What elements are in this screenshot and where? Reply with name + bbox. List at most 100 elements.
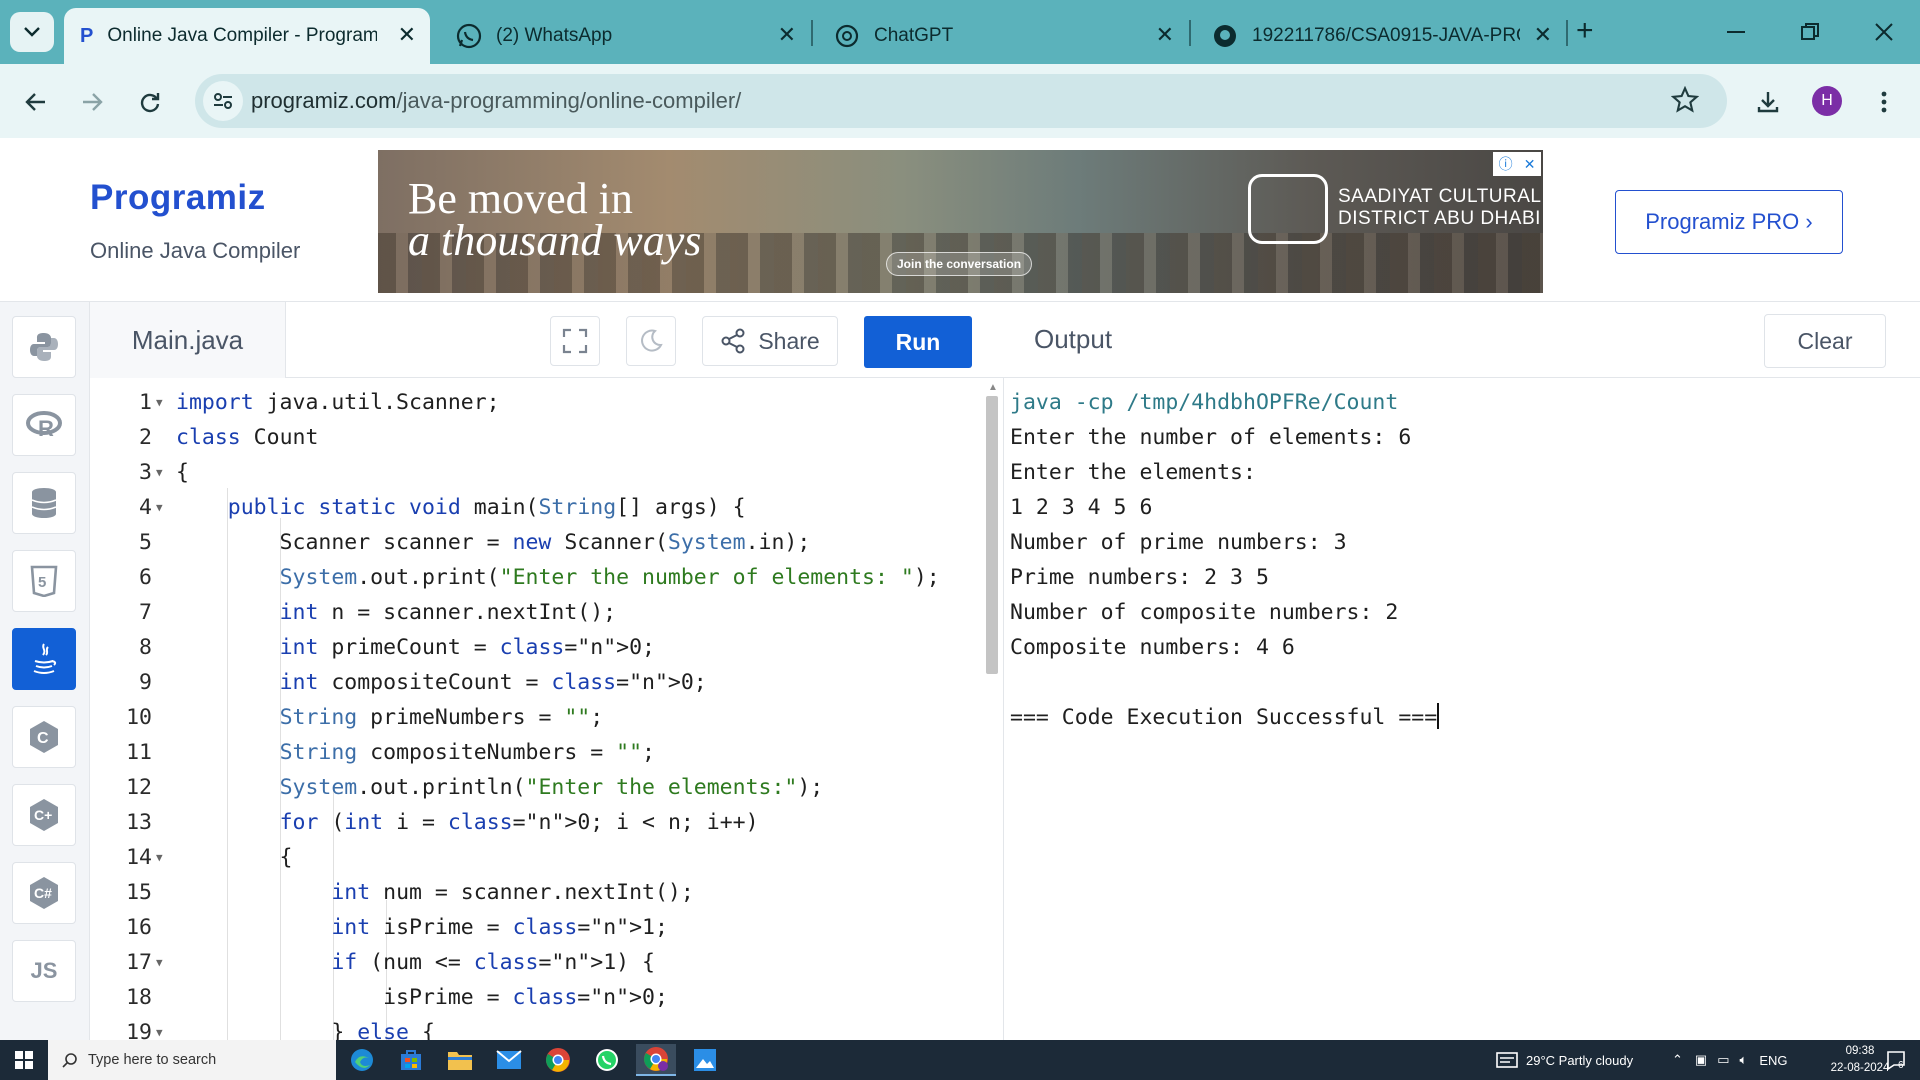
chevron-up-icon[interactable]: ⌃ xyxy=(1672,1052,1683,1068)
code-line[interactable]: 16 int isPrime = class="n">1; xyxy=(90,910,990,945)
ad-choices-badge[interactable]: ⓘ ✕ xyxy=(1493,152,1541,176)
back-button[interactable] xyxy=(16,82,56,122)
tab-search-button[interactable] xyxy=(10,12,54,52)
text-cursor xyxy=(1437,703,1440,729)
lang-cpp-button[interactable]: C+ xyxy=(12,784,76,846)
taskbar-search[interactable]: Type here to search xyxy=(48,1040,336,1080)
tab-programiz[interactable]: P Online Java Compiler - Programiz ✕ xyxy=(64,8,430,64)
minimize-button[interactable] xyxy=(1716,14,1756,50)
taskbar-edge[interactable] xyxy=(342,1044,382,1076)
taskbar-explorer[interactable] xyxy=(440,1044,480,1076)
code-line[interactable]: 3 ▼ { xyxy=(90,455,990,490)
fold-arrow-icon[interactable]: ▼ xyxy=(156,385,163,420)
taskbar-chrome[interactable] xyxy=(538,1044,578,1076)
restore-button[interactable] xyxy=(1790,14,1830,50)
fold-arrow-icon[interactable]: ▼ xyxy=(156,490,163,525)
code-text: System.out.print("Enter the number of el… xyxy=(279,565,940,590)
weather-widget[interactable]: 29°C Partly cloudy xyxy=(1496,1040,1633,1080)
lang-python-button[interactable] xyxy=(12,316,76,378)
scroll-up-icon[interactable]: ▲ xyxy=(988,382,998,393)
output-console[interactable]: java -cp /tmp/4hdbhOPFRe/Count Enter the … xyxy=(1004,378,1920,1040)
run-button[interactable]: Run xyxy=(864,316,972,368)
file-tab-main-java[interactable]: Main.java xyxy=(90,302,286,378)
close-icon[interactable]: ✕ xyxy=(1524,156,1536,173)
code-editor[interactable]: 1 ▼ import java.util.Scanner; 2 class Count 3… xyxy=(90,378,1004,1040)
volume-icon[interactable]: 🔈︎ xyxy=(1740,1052,1748,1068)
share-button[interactable]: Share xyxy=(702,316,838,366)
start-button[interactable] xyxy=(0,1040,48,1080)
code-line[interactable]: 17 ▼ if (num <= class="n">1) { xyxy=(90,945,990,980)
downloads-button[interactable] xyxy=(1748,82,1788,122)
taskbar-whatsapp[interactable] xyxy=(587,1044,627,1076)
lang-r-button[interactable]: R xyxy=(12,394,76,456)
close-icon[interactable]: ✕ xyxy=(398,24,416,46)
code-line[interactable]: 11 String compositeNumbers = ""; xyxy=(90,735,990,770)
taskbar-clock[interactable]: 09:38 22-08-2024 xyxy=(1828,1043,1892,1077)
taskbar-mail[interactable] xyxy=(489,1044,529,1076)
site-info-button[interactable] xyxy=(203,81,243,121)
taskbar-store[interactable] xyxy=(391,1044,431,1076)
fullscreen-button[interactable] xyxy=(550,316,600,366)
address-bar[interactable]: programiz.com/java-programming/online-co… xyxy=(195,74,1727,128)
code-line[interactable]: 18 isPrime = class="n">0; xyxy=(90,980,990,1015)
code-line[interactable]: 14 ▼ { xyxy=(90,840,990,875)
code-line[interactable]: 1 ▼ import java.util.Scanner; xyxy=(90,385,990,420)
code-line[interactable]: 2 class Count xyxy=(90,420,990,455)
language-indicator[interactable]: ENG xyxy=(1759,1053,1787,1068)
programiz-logo[interactable]: Programiz xyxy=(90,178,266,218)
lang-c-button[interactable]: C xyxy=(12,706,76,768)
lang-csharp-button[interactable]: C# xyxy=(12,862,76,924)
lang-html-button[interactable]: 5 xyxy=(12,550,76,612)
tab-whatsapp[interactable]: (2) WhatsApp ✕ xyxy=(440,8,810,64)
system-tray-icons[interactable]: ⌃ ▣ ▭ 🔈︎ ENG xyxy=(1672,1040,1787,1080)
code-line[interactable]: 5 Scanner scanner = new Scanner(System.i… xyxy=(90,525,990,560)
close-icon[interactable]: ✕ xyxy=(778,24,796,46)
code-text: int num = scanner.nextInt(); xyxy=(331,880,694,905)
tab-chatgpt[interactable]: ChatGPT ✕ xyxy=(818,8,1188,64)
code-text: import java.util.Scanner; xyxy=(176,390,500,415)
programiz-pro-button[interactable]: Programiz PRO › xyxy=(1615,190,1843,254)
fold-arrow-icon[interactable]: ▼ xyxy=(156,840,163,875)
code-text: } else { xyxy=(176,1020,435,1040)
lang-sql-button[interactable] xyxy=(12,472,76,534)
taskbar-chrome-profile[interactable] xyxy=(636,1044,676,1076)
close-icon[interactable]: ✕ xyxy=(1534,24,1552,46)
code-line[interactable]: 15 int num = scanner.nextInt(); xyxy=(90,875,990,910)
notifications-button[interactable]: 6 xyxy=(1886,1040,1905,1080)
profile-avatar[interactable]: H xyxy=(1812,86,1842,116)
lang-js-button[interactable]: JS xyxy=(12,940,76,1002)
ad-cta-button[interactable]: Join the conversation xyxy=(886,252,1033,276)
lang-java-button[interactable] xyxy=(12,628,76,690)
line-number: 7 xyxy=(139,600,152,625)
network-icon[interactable]: ▣ xyxy=(1695,1052,1707,1068)
browser-menu-button[interactable] xyxy=(1864,82,1904,122)
code-line[interactable]: 13 for (int i = class="n">0; i < n; i++) xyxy=(90,805,990,840)
output-line: Prime numbers: 2 3 5 xyxy=(1010,565,1269,590)
code-line[interactable]: 8 int primeCount = class="n">0; xyxy=(90,630,990,665)
code-line[interactable]: 10 String primeNumbers = ""; xyxy=(90,700,990,735)
bookmark-star-button[interactable] xyxy=(1670,85,1700,119)
fold-arrow-icon[interactable]: ▼ xyxy=(156,945,163,980)
close-icon[interactable]: ✕ xyxy=(1156,24,1174,46)
dark-mode-button[interactable] xyxy=(626,316,676,366)
reload-button[interactable] xyxy=(130,82,170,122)
clear-button[interactable]: Clear xyxy=(1764,314,1886,368)
windows-taskbar: Type here to search 29°C Partly cloudy ⌃… xyxy=(0,1040,1920,1080)
battery-icon[interactable]: ▭ xyxy=(1717,1052,1729,1068)
forward-button[interactable] xyxy=(72,82,112,122)
editor-scrollbar-thumb[interactable] xyxy=(986,396,998,674)
close-window-button[interactable] xyxy=(1864,14,1904,50)
code-line[interactable]: 7 int n = scanner.nextInt(); xyxy=(90,595,990,630)
fold-arrow-icon[interactable]: ▼ xyxy=(156,455,163,490)
taskbar-photos[interactable] xyxy=(685,1044,725,1076)
fold-arrow-icon[interactable]: ▼ xyxy=(156,1015,163,1040)
code-line[interactable]: 9 int compositeCount = class="n">0; xyxy=(90,665,990,700)
new-tab-button[interactable]: + xyxy=(1576,16,1594,46)
tab-github[interactable]: 192211786/CSA0915-JAVA-PROGRAMS ✕ xyxy=(1196,8,1566,64)
code-line[interactable]: 19 ▼ } else { xyxy=(90,1015,990,1040)
code-line[interactable]: 12 System.out.println("Enter the element… xyxy=(90,770,990,805)
info-icon[interactable]: ⓘ xyxy=(1499,154,1513,174)
code-line[interactable]: 4 ▼ public static void main(String[] args… xyxy=(90,490,990,525)
code-line[interactable]: 6 System.out.print("Enter the number of … xyxy=(90,560,990,595)
ad-banner[interactable]: Be moved in a thousand ways Join the con… xyxy=(378,150,1543,293)
